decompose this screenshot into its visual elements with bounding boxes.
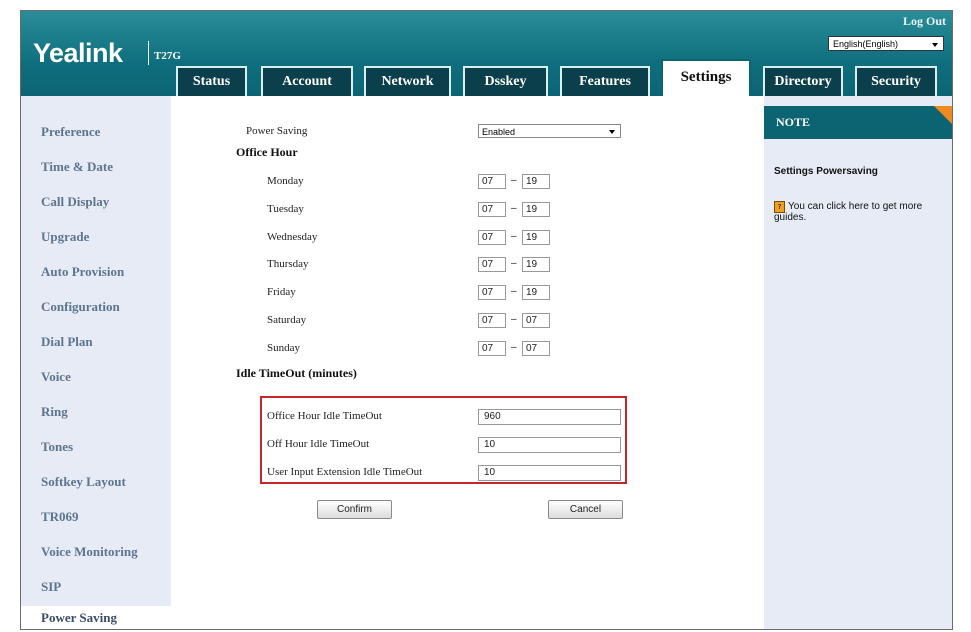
power-saving-select[interactable]: Enabled	[478, 124, 621, 138]
sidebar-item-tones[interactable]: Tones	[41, 439, 73, 455]
sidebar-item-preference[interactable]: Preference	[41, 124, 100, 140]
tab-features[interactable]: Features	[560, 66, 650, 96]
monday-start-input[interactable]: 07	[478, 174, 506, 189]
day-label-tuesday: Tuesday	[267, 203, 304, 215]
day-label-friday: Friday	[267, 286, 296, 298]
thursday-end-input[interactable]: 19	[522, 257, 550, 272]
user-input-extension-idle-label: User Input Extension Idle TimeOut	[267, 466, 423, 478]
note-title: Settings Powersaving	[774, 166, 878, 177]
range-dash: –	[511, 203, 517, 214]
tab-directory[interactable]: Directory	[763, 66, 843, 96]
office-hour-idle-input[interactable]: 960	[478, 409, 621, 425]
sidebar-item-dial-plan[interactable]: Dial Plan	[41, 334, 93, 350]
range-dash: –	[511, 231, 517, 242]
range-dash: –	[511, 286, 517, 297]
sidebar-item-sip[interactable]: SIP	[41, 579, 61, 595]
sidebar-item-softkey-layout[interactable]: Softkey Layout	[41, 474, 126, 490]
monday-end-input[interactable]: 19	[522, 174, 550, 189]
settings-form: Power Saving Enabled Office Hour Monday …	[171, 96, 764, 629]
language-value: English(English)	[833, 39, 899, 49]
range-dash: –	[511, 314, 517, 325]
saturday-end-input[interactable]: 07	[522, 313, 550, 328]
sunday-end-input[interactable]: 07	[522, 341, 550, 356]
range-dash: –	[511, 175, 517, 186]
sidebar-item-voice[interactable]: Voice	[41, 369, 71, 385]
tuesday-end-input[interactable]: 19	[522, 202, 550, 217]
day-label-thursday: Thursday	[267, 258, 309, 270]
language-select[interactable]: English(English)	[828, 36, 944, 51]
day-label-monday: Monday	[267, 175, 304, 187]
friday-end-input[interactable]: 19	[522, 285, 550, 300]
sidebar-item-voice-monitoring[interactable]: Voice Monitoring	[41, 544, 138, 560]
user-input-extension-idle-input[interactable]: 10	[478, 465, 621, 481]
saturday-start-input[interactable]: 07	[478, 313, 506, 328]
office-hour-heading: Office Hour	[236, 145, 298, 159]
sunday-start-input[interactable]: 07	[478, 341, 506, 356]
wednesday-end-input[interactable]: 19	[522, 230, 550, 245]
help-book-icon: ?	[774, 201, 785, 213]
sidebar-item-time-date[interactable]: Time & Date	[41, 159, 113, 175]
friday-start-input[interactable]: 07	[478, 285, 506, 300]
thursday-start-input[interactable]: 07	[478, 257, 506, 272]
sidebar-item-configuration[interactable]: Configuration	[41, 299, 120, 315]
chevron-down-icon	[932, 43, 938, 47]
sidebar-item-tr069[interactable]: TR069	[41, 509, 79, 525]
tab-dsskey[interactable]: Dsskey	[463, 66, 548, 96]
off-hour-idle-input[interactable]: 10	[478, 437, 621, 453]
off-hour-idle-label: Off Hour Idle TimeOut	[267, 438, 370, 450]
range-dash: –	[511, 342, 517, 353]
chevron-down-icon	[609, 130, 615, 134]
sidebar-item-power-saving[interactable]: Power Saving	[21, 606, 171, 629]
idle-timeout-heading: Idle TimeOut (minutes)	[236, 366, 357, 380]
note-panel: NOTE Settings Powersaving You can click …	[764, 96, 952, 629]
tab-account[interactable]: Account	[261, 66, 353, 96]
day-label-saturday: Saturday	[267, 314, 307, 326]
power-saving-value: Enabled	[482, 127, 516, 137]
sidebar-item-auto-provision[interactable]: Auto Provision	[41, 264, 124, 280]
header-bar: Yealink T27G Log Out English(English) St…	[21, 11, 952, 97]
note-guide-link[interactable]: You can click here to get more guides.	[774, 201, 944, 223]
day-label-wednesday: Wednesday	[267, 231, 318, 243]
tab-security[interactable]: Security	[855, 66, 937, 96]
yealink-logo: Yealink	[33, 38, 123, 68]
office-hour-idle-label: Office Hour Idle TimeOut	[267, 410, 382, 422]
sidebar-item-call-display[interactable]: Call Display	[41, 194, 109, 210]
note-heading: NOTE	[764, 106, 952, 139]
tab-status[interactable]: Status	[176, 66, 247, 96]
day-label-sunday: Sunday	[267, 342, 300, 354]
cancel-button[interactable]: Cancel	[548, 500, 623, 519]
power-saving-label: Power Saving	[246, 125, 308, 137]
tuesday-start-input[interactable]: 07	[478, 202, 506, 217]
note-corner-accent	[934, 106, 952, 124]
logout-link[interactable]: Log Out	[903, 14, 946, 29]
tab-network[interactable]: Network	[364, 66, 451, 96]
wednesday-start-input[interactable]: 07	[478, 230, 506, 245]
logo-separator	[148, 41, 149, 65]
browser-frame: Yealink T27G Log Out English(English) St…	[20, 10, 953, 630]
sidebar-item-ring[interactable]: Ring	[41, 404, 68, 420]
model-label: T27G	[154, 50, 181, 62]
tab-settings[interactable]: Settings	[661, 59, 751, 97]
confirm-button[interactable]: Confirm	[317, 500, 392, 519]
range-dash: –	[511, 258, 517, 269]
sidebar-item-upgrade[interactable]: Upgrade	[41, 229, 89, 245]
sidebar: Preference Time & Date Call Display Upgr…	[21, 96, 171, 629]
